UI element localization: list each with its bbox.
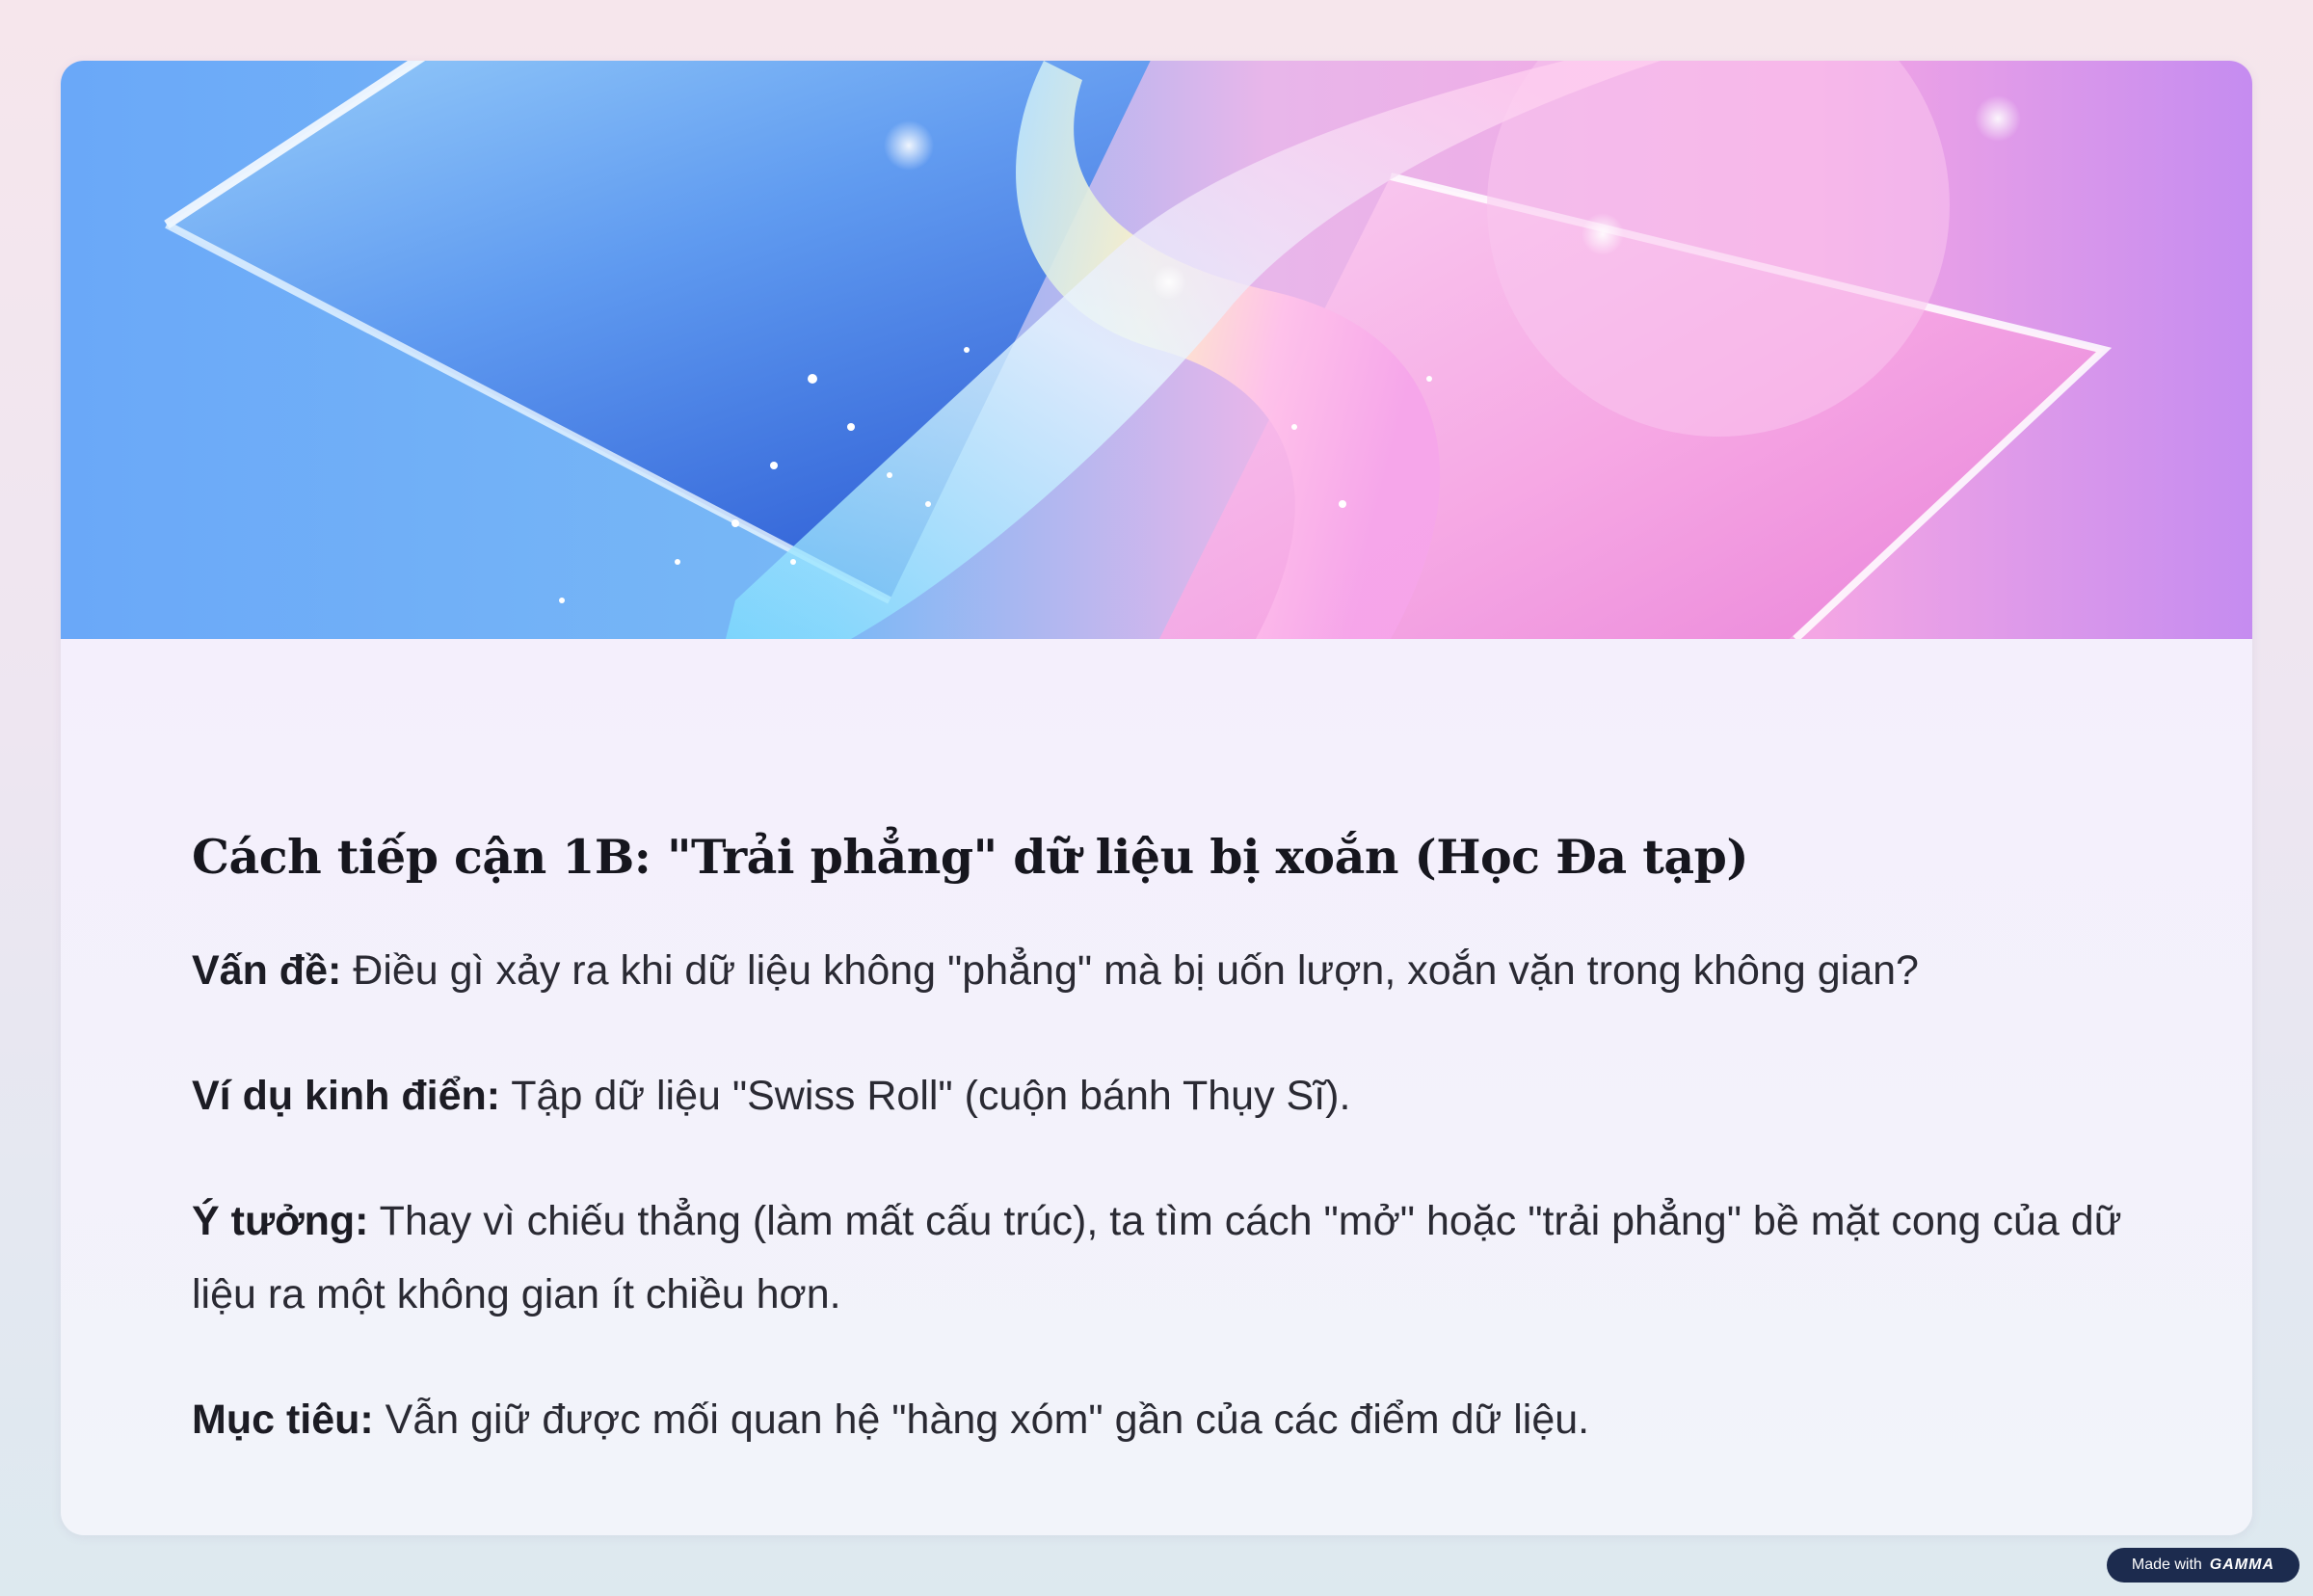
slide-content: Cách tiếp cận 1B: "Trải phẳng" dữ liệu b…: [192, 822, 2139, 1456]
made-with-gamma-badge[interactable]: Made with GAMMA: [2106, 1548, 2300, 1583]
paragraph-problem: Vấn đề: Điều gì xảy ra khi dữ liệu không…: [192, 934, 2139, 1007]
paragraph-text: Vẫn giữ được mối quan hệ "hàng xóm" gần …: [373, 1396, 1590, 1443]
paragraph-text: Thay vì chiếu thẳng (làm mất cấu trúc), …: [192, 1198, 2122, 1317]
paragraph-label: Ý tưởng:: [192, 1198, 369, 1244]
paragraph-idea: Ý tưởng: Thay vì chiếu thẳng (làm mất cấ…: [192, 1184, 2139, 1331]
paragraph-label: Ví dụ kinh điển:: [192, 1073, 501, 1119]
paragraph-label: Mục tiêu:: [192, 1396, 374, 1443]
paragraph-text: Điều gì xảy ra khi dữ liệu không "phẳng"…: [341, 947, 1919, 994]
slide-card: Cách tiếp cận 1B: "Trải phẳng" dữ liệu b…: [61, 61, 2252, 1535]
gamma-logo: GAMMA: [2209, 1556, 2274, 1573]
badge-prefix: Made with: [2131, 1556, 2202, 1573]
paragraph-example: Ví dụ kinh điển: Tập dữ liệu "Swiss Roll…: [192, 1059, 2139, 1132]
paragraph-label: Vấn đề:: [192, 947, 342, 994]
slide-title: Cách tiếp cận 1B: "Trải phẳng" dữ liệu b…: [192, 829, 1749, 885]
abstract-swirl-illustration: [61, 61, 2252, 639]
hero-image: [61, 61, 2252, 639]
paragraph-goal: Mục tiêu: Vẫn giữ được mối quan hệ "hàng…: [192, 1383, 2139, 1456]
paragraph-text: Tập dữ liệu "Swiss Roll" (cuộn bánh Thụy…: [500, 1073, 1351, 1119]
